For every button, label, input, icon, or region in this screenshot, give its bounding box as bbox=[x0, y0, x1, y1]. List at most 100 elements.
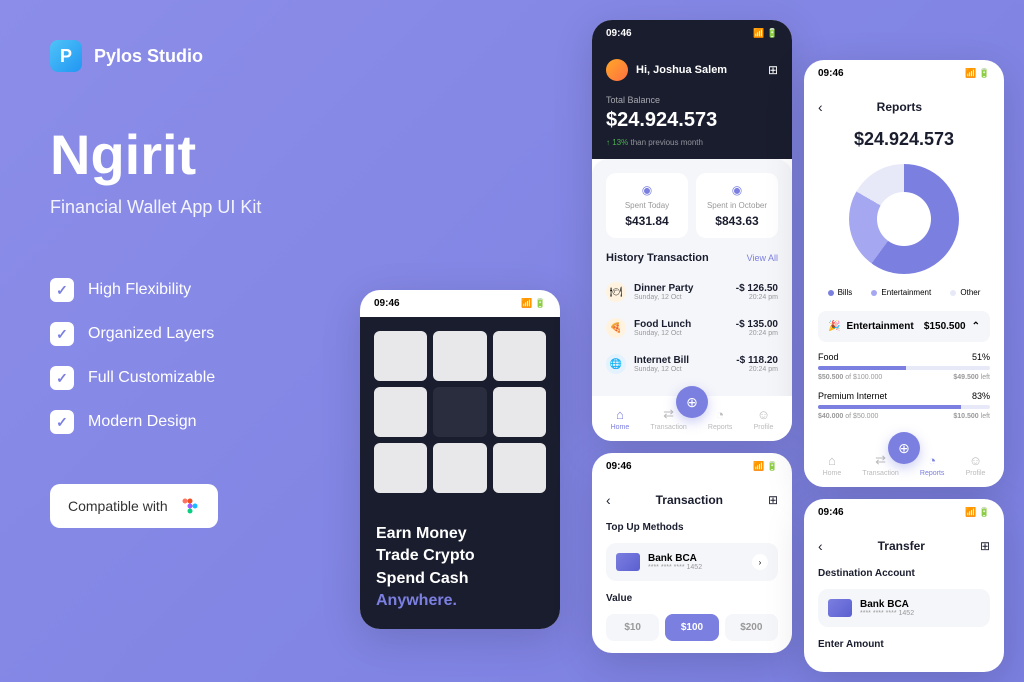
check-icon: ✓ bbox=[50, 410, 74, 434]
nav-home[interactable]: ⌂Home bbox=[611, 407, 630, 431]
tx-amount: -$ 118.20 bbox=[736, 355, 778, 366]
compatibility-badge: Compatible with bbox=[50, 484, 218, 528]
status-bar: 09:46 📶 🔋 bbox=[804, 60, 1004, 87]
tx-time: 20:24 pm bbox=[736, 294, 778, 301]
nav-profile[interactable]: ☺Profile bbox=[754, 407, 774, 431]
bank-num: **** **** **** 1452 bbox=[648, 564, 702, 571]
logo-icon: P bbox=[50, 40, 82, 72]
page-title: Reports bbox=[877, 100, 922, 114]
bottom-nav: ⌂Home ⇄Transaction ⊕ ◔Reports ☺Profile bbox=[592, 396, 792, 441]
promo-preview-grid bbox=[360, 317, 560, 507]
status-bar: 09:46 📶 🔋 bbox=[592, 20, 792, 47]
status-bar: 09:46 📶 🔋 bbox=[360, 290, 560, 317]
fab-button[interactable]: ⊕ bbox=[888, 432, 920, 464]
history-title: History Transaction bbox=[606, 252, 709, 264]
compat-label: Compatible with bbox=[68, 498, 168, 514]
back-icon[interactable]: ‹ bbox=[818, 99, 823, 115]
back-icon[interactable]: ‹ bbox=[818, 538, 823, 554]
tx-row[interactable]: 🍕Food LunchSunday, 12 Oct -$ 135.0020:24… bbox=[606, 310, 778, 346]
bottom-nav: ⌂Home ⇄Transaction ⊕ ◔Reports ☺Profile bbox=[804, 442, 1004, 487]
tx-icon: 🍽 bbox=[606, 282, 626, 302]
brand-name: Pylos Studio bbox=[94, 46, 203, 67]
reports-balance: $24.924.573 bbox=[818, 129, 990, 150]
profile-icon: ☺ bbox=[757, 407, 770, 422]
qr-icon[interactable]: ⊞ bbox=[768, 493, 778, 507]
qr-icon[interactable]: ⊞ bbox=[980, 539, 990, 553]
bank-card[interactable]: Bank BCA**** **** **** 1452 › bbox=[606, 543, 778, 581]
value-chip[interactable]: $100 bbox=[665, 614, 718, 641]
spent-today-card[interactable]: ◉ Spent Today $431.84 bbox=[606, 173, 688, 238]
signal-icons: 📶 🔋 bbox=[753, 461, 778, 472]
feature-label: Full Customizable bbox=[88, 369, 215, 387]
signal-icons: 📶 🔋 bbox=[753, 28, 778, 39]
calendar-icon: ◉ bbox=[706, 183, 768, 197]
nav-reports[interactable]: ◔Reports bbox=[708, 407, 733, 431]
tx-row[interactable]: 🌐Internet BillSunday, 12 Oct -$ 118.2020… bbox=[606, 346, 778, 382]
back-icon[interactable]: ‹ bbox=[606, 492, 611, 508]
view-all-link[interactable]: View All bbox=[747, 253, 778, 263]
value-label: Value bbox=[606, 593, 778, 604]
card-icon bbox=[828, 599, 852, 617]
category-header[interactable]: 🎉Entertainment $150.500⌃ bbox=[818, 311, 990, 342]
brand-logo: P Pylos Studio bbox=[50, 40, 450, 72]
bank-num: **** **** **** 1452 bbox=[860, 610, 914, 617]
party-icon: 🎉 bbox=[828, 321, 840, 332]
budget-pct: 51% bbox=[972, 352, 990, 362]
tx-date: Sunday, 12 Oct bbox=[634, 294, 693, 301]
page-title: Transfer bbox=[878, 539, 925, 553]
status-bar: 09:46 📶 🔋 bbox=[592, 453, 792, 480]
status-time: 09:46 bbox=[374, 298, 400, 309]
nav-reports[interactable]: ◔Reports bbox=[920, 453, 945, 477]
feature-label: High Flexibility bbox=[88, 281, 191, 299]
reports-icon: ◔ bbox=[928, 453, 936, 468]
phone-mockup-promo: 09:46 📶 🔋 Earn Money Trade Crypto Spend … bbox=[360, 290, 560, 629]
page-title: Transaction bbox=[656, 493, 723, 507]
spent-label: Spent Today bbox=[616, 201, 678, 210]
signal-icons: 📶 🔋 bbox=[965, 507, 990, 518]
tx-name: Dinner Party bbox=[634, 283, 693, 294]
fab-button[interactable]: ⊕ bbox=[676, 386, 708, 418]
profile-icon: ☺ bbox=[969, 453, 982, 468]
nav-profile[interactable]: ☺Profile bbox=[966, 453, 986, 477]
tx-amount: -$ 126.50 bbox=[736, 283, 778, 294]
bank-name: Bank BCA bbox=[860, 599, 914, 610]
spent-month-card[interactable]: ◉ Spent in October $843.63 bbox=[696, 173, 778, 238]
chevron-right-icon: › bbox=[752, 554, 768, 570]
amount-label: Enter Amount bbox=[818, 639, 990, 650]
tx-row[interactable]: 🍽 Dinner PartySunday, 12 Oct -$ 126.5020:… bbox=[606, 274, 778, 310]
spent-label: Spent in October bbox=[706, 201, 768, 210]
donut-chart bbox=[849, 164, 959, 274]
product-title: Ngirit bbox=[50, 122, 450, 187]
change-text: than previous month bbox=[630, 138, 703, 147]
chevron-up-icon: ⌃ bbox=[972, 321, 980, 332]
value-chip[interactable]: $10 bbox=[606, 614, 659, 641]
phone-mockup-transaction: 09:46 📶 🔋 ‹ Transaction ⊞ Top Up Methods… bbox=[592, 453, 792, 653]
legend-item: Other bbox=[950, 288, 980, 297]
bank-name: Bank BCA bbox=[648, 553, 702, 564]
wallet-icon: ◉ bbox=[616, 183, 678, 197]
home-icon: ⌂ bbox=[616, 407, 624, 422]
bank-card[interactable]: Bank BCA**** **** **** 1452 bbox=[818, 589, 990, 627]
transaction-icon: ⇄ bbox=[663, 406, 674, 422]
promo-line: Spend Cash bbox=[376, 568, 544, 590]
tx-icon: 🌐 bbox=[606, 354, 626, 374]
avatar[interactable] bbox=[606, 59, 628, 81]
transaction-icon: ⇄ bbox=[875, 452, 886, 468]
promo-line: Earn Money bbox=[376, 523, 544, 545]
tx-amount: -$ 135.00 bbox=[736, 319, 778, 330]
tx-date: Sunday, 12 Oct bbox=[634, 330, 691, 337]
spent-value: $843.63 bbox=[706, 214, 768, 228]
qr-icon[interactable]: ⊞ bbox=[768, 63, 778, 77]
feature-label: Organized Layers bbox=[88, 325, 214, 343]
cat-name: Entertainment bbox=[846, 321, 913, 332]
value-chip[interactable]: $200 bbox=[725, 614, 778, 641]
phone-mockup-home: 09:46 📶 🔋 Hi, Joshua Salem ⊞ Total Balan… bbox=[592, 20, 792, 441]
nav-home[interactable]: ⌂Home bbox=[823, 453, 842, 477]
budget-name: Premium Internet bbox=[818, 391, 887, 401]
status-time: 09:46 bbox=[818, 507, 844, 518]
check-icon: ✓ bbox=[50, 278, 74, 302]
promo-line: Trade Crypto bbox=[376, 545, 544, 567]
status-time: 09:46 bbox=[818, 68, 844, 79]
home-icon: ⌂ bbox=[828, 453, 836, 468]
budget-pct: 83% bbox=[972, 391, 990, 401]
